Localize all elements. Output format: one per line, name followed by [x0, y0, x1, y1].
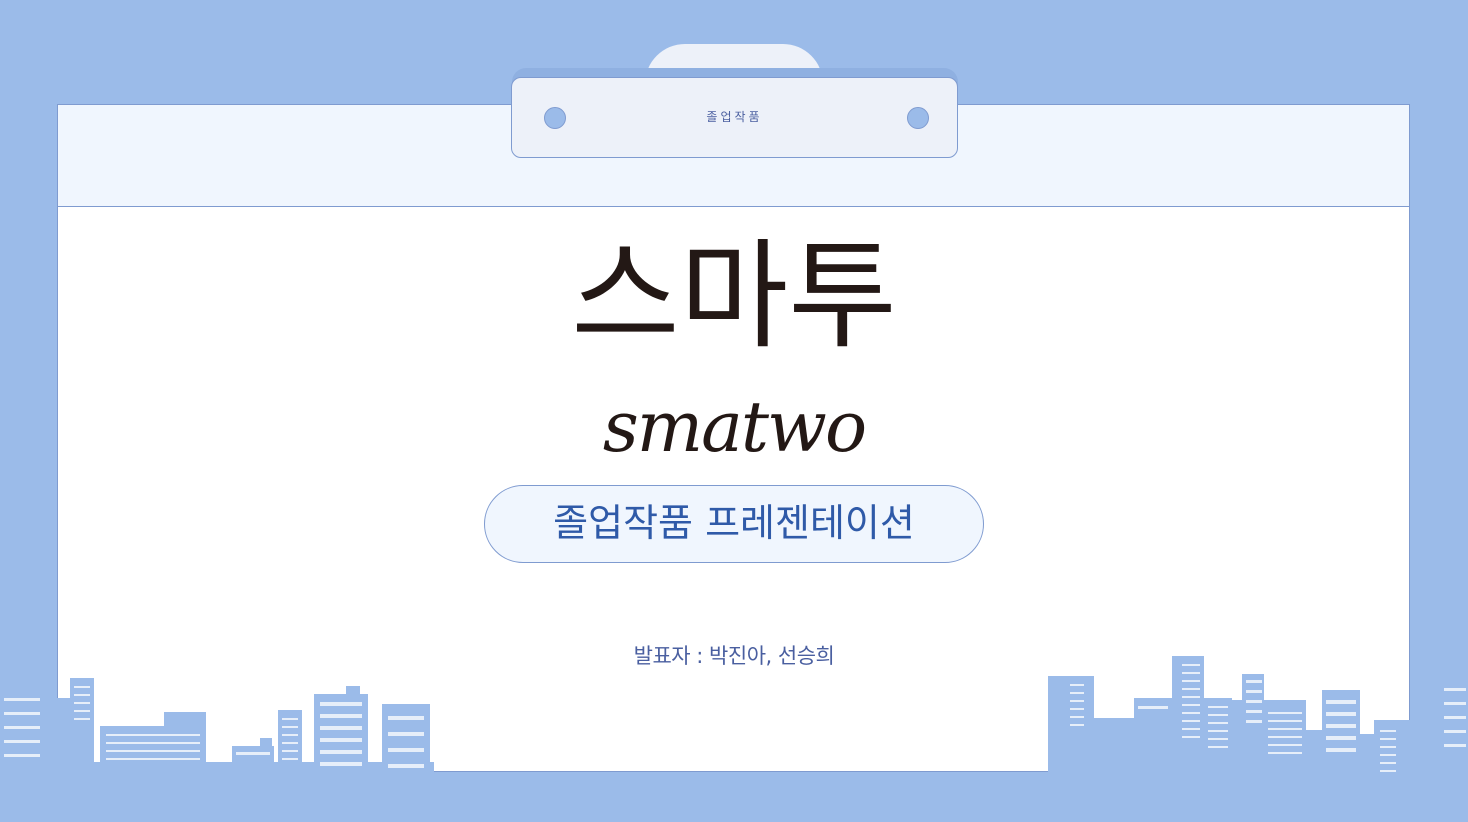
clip-label: 졸업작품	[706, 110, 763, 124]
ground	[0, 772, 1468, 822]
building	[164, 712, 206, 728]
city-skyline-illustration	[0, 656, 1468, 822]
building	[260, 738, 272, 748]
building	[346, 686, 360, 696]
clip-rivet-right-icon	[907, 107, 929, 129]
title-english: smatwo	[602, 386, 867, 468]
clipboard-clip: 졸업작품	[511, 77, 958, 158]
title-korean: 스마투	[571, 227, 897, 365]
subtitle-pill: 졸업작품 프레젠테이션	[484, 485, 984, 563]
